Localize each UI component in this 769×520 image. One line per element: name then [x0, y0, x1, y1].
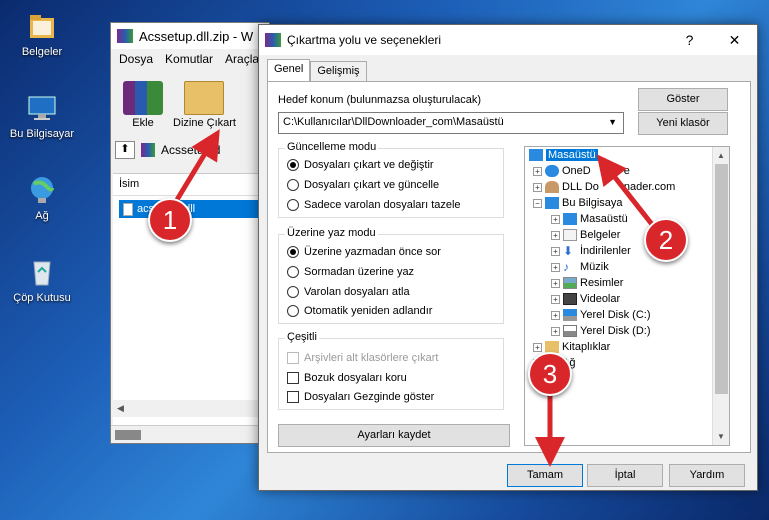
step-badge-2: 2	[644, 218, 688, 262]
arrow-1	[169, 129, 220, 210]
step-badge-3: 3	[528, 352, 572, 396]
step-badge-1: 1	[148, 198, 192, 242]
arrow-2	[596, 154, 660, 234]
annotation-arrows	[169, 129, 660, 467]
